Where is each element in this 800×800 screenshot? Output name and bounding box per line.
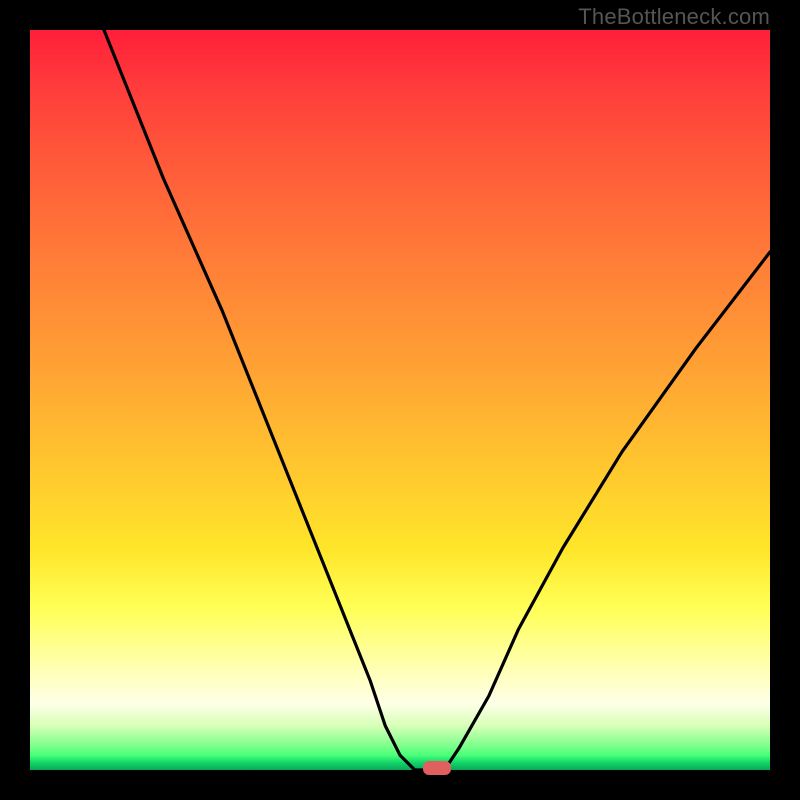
plot-area [30,30,770,770]
optimum-marker [423,761,451,775]
bottleneck-curve [104,30,770,770]
attribution-watermark: TheBottleneck.com [578,4,770,30]
curve-layer [30,30,770,770]
chart-frame: TheBottleneck.com [0,0,800,800]
